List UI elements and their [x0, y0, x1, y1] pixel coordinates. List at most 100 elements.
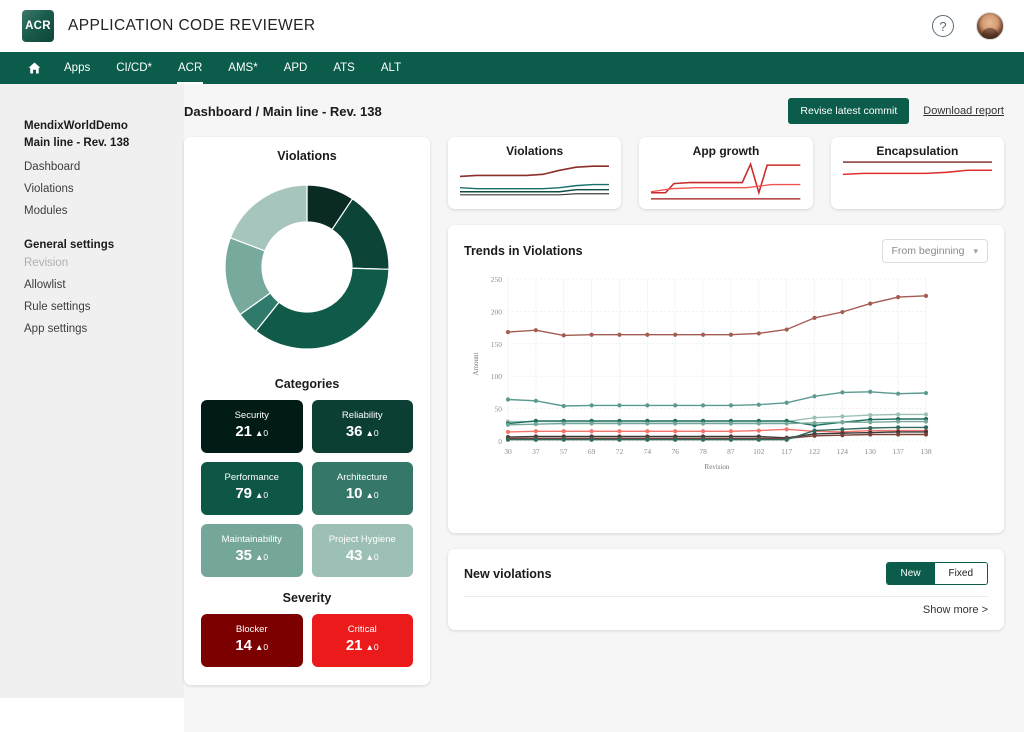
chart-data-point[interactable]: [756, 331, 761, 336]
show-more-link[interactable]: Show more >: [464, 604, 988, 616]
chart-data-point[interactable]: [756, 437, 761, 442]
chart-data-point[interactable]: [700, 429, 706, 434]
toggle-new[interactable]: New: [886, 563, 935, 584]
chart-data-point[interactable]: [561, 333, 566, 338]
sidebar-item-rule-settings[interactable]: Rule settings: [24, 298, 184, 317]
sparkline-card-app-growth[interactable]: App growth: [639, 137, 813, 209]
chart-data-point[interactable]: [868, 425, 873, 431]
chart-data-point[interactable]: [700, 421, 706, 426]
chart-data-point[interactable]: [756, 428, 761, 433]
nav-item-ats[interactable]: ATS: [320, 52, 368, 84]
chart-data-point[interactable]: [812, 415, 817, 420]
chart-data-point[interactable]: [784, 400, 789, 405]
chart-data-point[interactable]: [728, 429, 734, 434]
sidebar-item-dashboard[interactable]: Dashboard: [24, 158, 184, 177]
chart-data-point[interactable]: [645, 437, 650, 442]
nav-item-ci-cd[interactable]: CI/CD*: [103, 52, 165, 84]
chart-data-point[interactable]: [533, 422, 538, 427]
sidebar-item-revision[interactable]: Revision: [24, 254, 184, 273]
chart-data-point[interactable]: [617, 437, 622, 442]
chart-data-point[interactable]: [533, 328, 538, 333]
chart-data-point[interactable]: [784, 427, 789, 432]
chart-data-point[interactable]: [505, 397, 511, 402]
chart-data-point[interactable]: [561, 421, 566, 426]
chart-data-point[interactable]: [673, 421, 678, 426]
chart-data-point[interactable]: [812, 420, 817, 425]
help-icon[interactable]: ?: [932, 15, 954, 37]
chart-data-point[interactable]: [923, 293, 929, 298]
chart-data-point[interactable]: [728, 437, 734, 442]
chart-data-point[interactable]: [589, 403, 594, 408]
chart-data-point[interactable]: [700, 332, 706, 337]
chart-data-point[interactable]: [923, 425, 929, 430]
chart-data-point[interactable]: [784, 437, 789, 442]
chart-data-point[interactable]: [589, 437, 594, 442]
chart-data-point[interactable]: [868, 420, 873, 425]
chart-data-point[interactable]: [784, 327, 789, 332]
chart-data-point[interactable]: [673, 429, 678, 434]
chart-data-point[interactable]: [617, 403, 622, 408]
chart-data-point[interactable]: [840, 433, 845, 438]
chart-data-point[interactable]: [533, 429, 538, 434]
donut-segment[interactable]: [255, 267, 390, 350]
chart-data-point[interactable]: [617, 332, 622, 337]
chart-data-point[interactable]: [896, 391, 901, 396]
chart-data-point[interactable]: [673, 437, 678, 442]
chart-data-point[interactable]: [923, 432, 929, 437]
chart-data-point[interactable]: [896, 295, 901, 300]
chart-data-point[interactable]: [840, 414, 845, 419]
chart-data-point[interactable]: [868, 301, 873, 306]
category-tile-performance[interactable]: Performance 79 ▲0: [201, 462, 303, 515]
sidebar-item-violations[interactable]: Violations: [24, 180, 184, 199]
sparkline-card-encapsulation[interactable]: Encapsulation: [830, 137, 1004, 209]
chart-data-point[interactable]: [896, 425, 901, 430]
chart-data-point[interactable]: [673, 332, 678, 337]
chart-data-point[interactable]: [728, 421, 734, 426]
chart-data-point[interactable]: [589, 332, 594, 337]
chart-data-point[interactable]: [645, 403, 650, 408]
user-avatar[interactable]: [976, 12, 1004, 40]
chart-data-point[interactable]: [868, 389, 873, 394]
chart-data-point[interactable]: [812, 315, 817, 320]
sparkline-card-violations[interactable]: Violations: [448, 137, 622, 209]
chart-data-point[interactable]: [617, 429, 622, 434]
sidebar-item-allowlist[interactable]: Allowlist: [24, 276, 184, 295]
chart-data-point[interactable]: [812, 428, 817, 433]
chart-data-point[interactable]: [784, 421, 789, 426]
chart-data-point[interactable]: [645, 421, 650, 426]
chart-data-point[interactable]: [756, 421, 761, 426]
chart-data-point[interactable]: [505, 437, 511, 442]
sidebar-item-app-settings[interactable]: App settings: [24, 320, 184, 339]
chart-data-point[interactable]: [896, 432, 901, 437]
nav-home-icon[interactable]: [18, 52, 51, 84]
chart-data-point[interactable]: [505, 330, 511, 335]
severity-tile-critical[interactable]: Critical 21 ▲0: [311, 614, 413, 667]
chart-data-point[interactable]: [728, 332, 734, 337]
download-report-link[interactable]: Download report: [923, 105, 1004, 117]
category-tile-reliability[interactable]: Reliability 36 ▲0: [311, 400, 413, 453]
chart-data-point[interactable]: [645, 332, 650, 337]
chart-data-point[interactable]: [700, 437, 706, 442]
chart-data-point[interactable]: [923, 390, 929, 396]
chart-data-point[interactable]: [533, 437, 538, 442]
chart-data-point[interactable]: [505, 422, 511, 427]
chart-data-point[interactable]: [756, 402, 761, 407]
chart-data-point[interactable]: [505, 429, 511, 435]
severity-tile-blocker[interactable]: Blocker 14 ▲0: [201, 614, 303, 667]
chart-data-point[interactable]: [840, 309, 845, 315]
nav-item-ams[interactable]: AMS*: [215, 52, 270, 84]
chart-data-point[interactable]: [561, 429, 566, 434]
chart-data-point[interactable]: [561, 403, 566, 409]
chart-data-point[interactable]: [700, 403, 706, 408]
nav-item-alt[interactable]: ALT: [368, 52, 414, 84]
chart-data-point[interactable]: [533, 398, 538, 403]
chart-data-point[interactable]: [868, 432, 873, 437]
chart-data-point[interactable]: [812, 394, 817, 399]
category-tile-security[interactable]: Security 21 ▲0: [201, 400, 303, 453]
chart-data-point[interactable]: [896, 419, 901, 424]
chart-data-point[interactable]: [589, 421, 594, 426]
chart-data-point[interactable]: [728, 403, 734, 408]
trends-range-select[interactable]: From beginning ▾: [881, 239, 988, 263]
toggle-fixed[interactable]: Fixed: [934, 563, 987, 584]
category-tile-architecture[interactable]: Architecture 10 ▲0: [311, 462, 413, 515]
